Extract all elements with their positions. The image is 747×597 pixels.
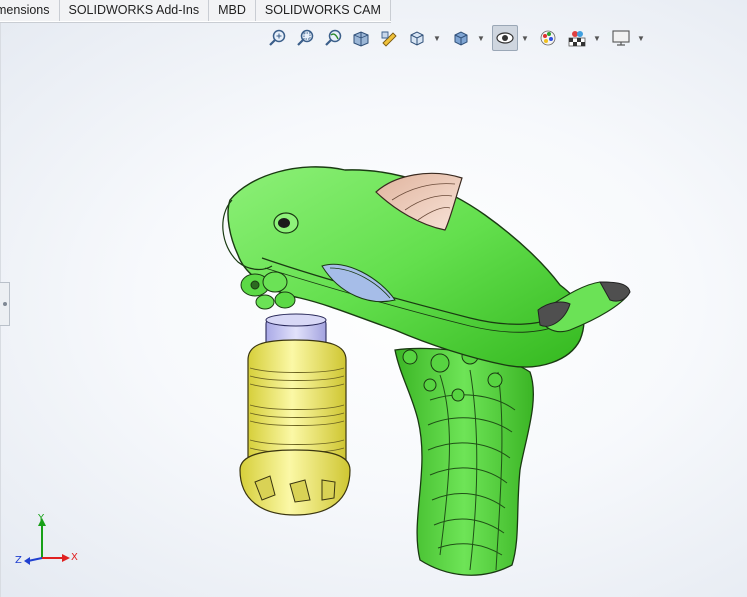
- zoom-to-area-icon: [297, 29, 314, 46]
- previous-view-icon: [325, 29, 342, 46]
- dynamic-annotation-views-button[interactable]: [376, 25, 402, 51]
- previous-view-button[interactable]: [320, 25, 346, 51]
- command-manager-tabs: mensions SOLIDWORKS Add-Ins MBD SOLIDWOR…: [0, 0, 391, 23]
- edit-appearance-button[interactable]: [536, 25, 562, 51]
- edit-appearance-icon: [540, 30, 556, 46]
- triad-x-label: X: [71, 552, 78, 563]
- section-view-icon: [353, 31, 369, 47]
- graphics-area[interactable]: Y X Z mensions SOLIDWORKS Add-Ins MBD SO…: [0, 0, 747, 597]
- hide-show-items-button[interactable]: [492, 25, 518, 51]
- section-view-button[interactable]: [348, 25, 374, 51]
- triad-z-label: Z: [15, 555, 22, 566]
- panel-collapse-handle[interactable]: [0, 282, 10, 326]
- display-style-dropdown[interactable]: ▼: [476, 26, 486, 50]
- dynamic-annotation-views-icon: [381, 31, 397, 47]
- display-style-button[interactable]: [448, 25, 474, 51]
- apply-scene-icon: [568, 31, 586, 47]
- tab-solidworks-add-ins[interactable]: SOLIDWORKS Add-Ins: [59, 0, 210, 21]
- model-view[interactable]: [0, 0, 747, 597]
- triad-y-label: Y: [38, 513, 45, 524]
- tab-solidworks-cam[interactable]: SOLIDWORKS CAM: [255, 0, 391, 21]
- view-orientation-dropdown[interactable]: ▼: [432, 26, 442, 50]
- handle-grip: [394, 347, 534, 576]
- tab-mbd[interactable]: MBD: [209, 0, 256, 21]
- view-settings-button[interactable]: [608, 25, 634, 51]
- view-settings-icon: [612, 30, 630, 46]
- hide-show-items-icon: [496, 32, 514, 44]
- view-settings-dropdown[interactable]: ▼: [636, 26, 646, 50]
- triad-axes-icon: [24, 518, 70, 565]
- heads-up-view-toolbar: ▼ ▼ ▼ ▼ ▼: [264, 25, 652, 51]
- zoom-to-area-button[interactable]: [292, 25, 318, 51]
- display-style-icon: [454, 31, 468, 46]
- apply-scene-button[interactable]: [564, 25, 590, 51]
- tab-dimensions[interactable]: mensions: [0, 0, 60, 21]
- apply-scene-dropdown[interactable]: ▼: [592, 26, 602, 50]
- view-orientation-icon: [410, 31, 424, 46]
- view-orientation-button[interactable]: [404, 25, 430, 51]
- reference-triad: Y X Z: [14, 512, 84, 572]
- zoom-to-fit-button[interactable]: [264, 25, 290, 51]
- handle-dot-icon: [2, 302, 7, 306]
- hide-show-items-dropdown[interactable]: ▼: [520, 26, 530, 50]
- zoom-to-fit-icon: [269, 29, 286, 46]
